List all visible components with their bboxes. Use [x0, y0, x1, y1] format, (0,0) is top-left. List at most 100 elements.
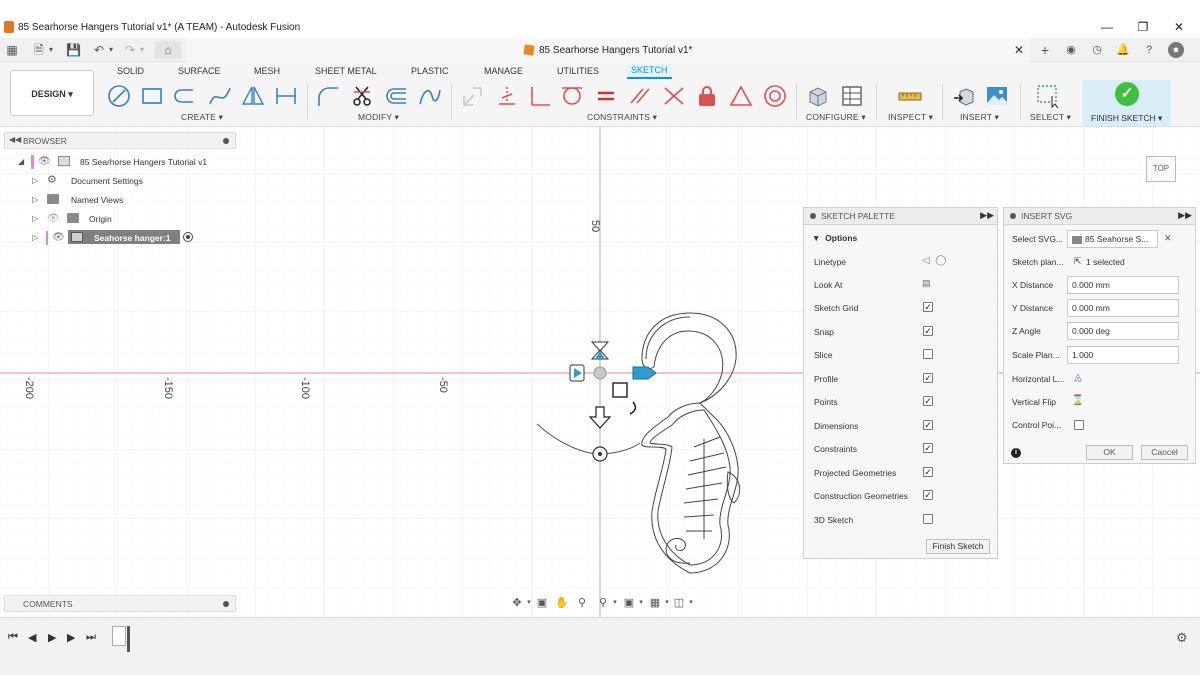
- concentric-constraint-icon[interactable]: [763, 84, 787, 108]
- expand-triangle-icon[interactable]: ▷: [32, 176, 38, 185]
- cancel-button[interactable]: Cancel: [1141, 445, 1188, 460]
- go-to-start-icon[interactable]: ⏮: [8, 631, 18, 644]
- equal-constraint-icon[interactable]: [594, 84, 618, 108]
- inspect-group-label[interactable]: INSPECT ▾: [888, 112, 933, 123]
- tab-mesh[interactable]: MESH: [254, 66, 280, 76]
- browser-item[interactable]: ▷ 👁 Origin: [4, 211, 236, 227]
- insert-image-icon[interactable]: [985, 84, 1009, 108]
- palette-option-checkbox[interactable]: ✓: [923, 396, 933, 406]
- browser-header[interactable]: ◀◀ BROWSER: [4, 132, 236, 149]
- palette-option-checkbox[interactable]: ✓: [923, 466, 933, 477]
- pin-icon[interactable]: [810, 213, 816, 219]
- expand-panel-icon[interactable]: ▶▶: [980, 210, 994, 221]
- options-section-header[interactable]: ▼ Options: [812, 233, 857, 243]
- grid-menu-icon[interactable]: ▦: [5, 43, 19, 57]
- tab-solid[interactable]: SOLID: [117, 66, 144, 76]
- finish-sketch-button[interactable]: ✓ FINISH SKETCH ▾: [1082, 80, 1171, 126]
- browser-item[interactable]: ▷ ⚙ Document Settings: [4, 173, 236, 189]
- collapse-panel-icon[interactable]: ◀◀: [9, 135, 21, 144]
- play-icon[interactable]: ▶: [48, 631, 56, 644]
- comments-panel[interactable]: COMMENTS: [4, 595, 236, 612]
- eye-icon[interactable]: 👁: [52, 232, 65, 243]
- zoom-icon[interactable]: ⚲: [575, 596, 589, 610]
- select-window-icon[interactable]: [1036, 84, 1060, 109]
- save-icon[interactable]: 💾: [66, 43, 81, 57]
- perpendicular-constraint-icon[interactable]: [528, 84, 552, 108]
- insert-derive-icon[interactable]: [952, 84, 976, 108]
- undo-dropdown-icon[interactable]: ▾: [104, 43, 118, 57]
- eye-hidden-icon[interactable]: 👁: [47, 213, 60, 224]
- modify-group-label[interactable]: MODIFY ▾: [358, 112, 399, 123]
- mirror-tool-icon[interactable]: [241, 84, 265, 108]
- palette-option-checkbox[interactable]: ✓: [923, 302, 933, 312]
- tab-plastic[interactable]: PLASTIC: [411, 66, 449, 76]
- collinear-constraint-icon[interactable]: [662, 84, 686, 108]
- look-at-icon[interactable]: ▣: [535, 596, 549, 610]
- constraints-group-label[interactable]: CONSTRAINTS ▾: [587, 112, 657, 123]
- tangent-constraint-icon[interactable]: [560, 84, 584, 108]
- chevron-down-icon[interactable]: ▾: [608, 596, 622, 610]
- spline-tool-icon[interactable]: [208, 84, 232, 108]
- tab-utilities[interactable]: UTILITIES: [557, 66, 599, 76]
- expand-triangle-icon[interactable]: ▷: [32, 214, 38, 223]
- x-distance-input[interactable]: [1067, 276, 1179, 294]
- dimension-tool-icon[interactable]: [274, 84, 298, 108]
- info-icon[interactable]: i: [1011, 448, 1021, 458]
- workspace-switcher-button[interactable]: DESIGN ▾: [10, 70, 94, 116]
- ok-button[interactable]: OK: [1086, 445, 1133, 460]
- tab-sketch[interactable]: SKETCH: [627, 64, 672, 79]
- symmetry-constraint-icon[interactable]: [729, 84, 753, 108]
- extensions-icon[interactable]: ◉: [1063, 42, 1079, 58]
- line-tool-icon[interactable]: [107, 84, 131, 108]
- cursor-arrow-icon[interactable]: ⇱: [1074, 256, 1082, 267]
- palette-option-checkbox[interactable]: ✓: [923, 372, 933, 383]
- view-cube[interactable]: TOP: [1146, 156, 1176, 182]
- maximize-icon[interactable]: ❐: [1136, 20, 1150, 34]
- palette-option-checkbox[interactable]: [923, 513, 933, 524]
- chevron-down-icon[interactable]: ▾: [44, 43, 58, 57]
- configure-group-label[interactable]: CONFIGURE ▾: [806, 112, 866, 123]
- palette-finish-sketch-button[interactable]: Finish Sketch: [926, 539, 990, 554]
- palette-option-checkbox[interactable]: [923, 349, 933, 359]
- chevron-down-icon[interactable]: ▾: [522, 596, 536, 610]
- minimize-icon[interactable]: —: [1100, 20, 1114, 34]
- browser-root-row[interactable]: ◢ 👁 85 Searhorse Hangers Tutorial v1: [4, 154, 236, 170]
- step-back-icon[interactable]: ◀: [28, 631, 36, 644]
- tab-manage[interactable]: MANAGE: [484, 66, 523, 76]
- fix-constraint-icon[interactable]: [461, 84, 485, 108]
- browser-item[interactable]: ▷ Named Views: [4, 192, 236, 208]
- sketch-palette-header[interactable]: SKETCH PALETTE ▶▶: [804, 208, 997, 225]
- horizontal-flip-icon[interactable]: ◬: [1071, 371, 1085, 385]
- timeline-settings-icon[interactable]: ⚙: [1176, 630, 1188, 646]
- look-at-icon[interactable]: ▤: [922, 278, 952, 290]
- palette-option-checkbox[interactable]: ✓: [923, 325, 933, 336]
- parallel-constraint-icon[interactable]: [628, 84, 652, 108]
- tab-sheet-metal[interactable]: SHEET METAL: [315, 66, 377, 76]
- create-group-label[interactable]: CREATE ▾: [181, 112, 223, 123]
- select-svg-chip[interactable]: 85 Seahorse S...: [1067, 230, 1158, 248]
- y-distance-input[interactable]: [1067, 299, 1179, 317]
- document-tab[interactable]: 85 Searhorse Hangers Tutorial v1* ✕: [186, 38, 1030, 62]
- insert-svg-header[interactable]: INSERT SVG ▶▶: [1004, 208, 1195, 225]
- z-angle-input[interactable]: [1067, 322, 1179, 340]
- home-icon[interactable]: ⌂: [155, 41, 181, 59]
- help-icon[interactable]: ?: [1141, 42, 1157, 58]
- lock-icon[interactable]: [695, 84, 719, 108]
- go-to-end-icon[interactable]: ⏭: [86, 631, 96, 644]
- pin-icon[interactable]: [1010, 213, 1016, 219]
- expand-triangle-icon[interactable]: ▷: [32, 233, 38, 242]
- timeline-marker[interactable]: [127, 626, 130, 652]
- new-tab-icon[interactable]: +: [1037, 42, 1053, 58]
- rectangle-tool-icon[interactable]: [140, 84, 164, 108]
- clear-selection-icon[interactable]: ✕: [1164, 233, 1172, 244]
- coincident-constraint-icon[interactable]: [495, 84, 519, 108]
- insert-group-label[interactable]: INSERT ▾: [960, 112, 999, 123]
- offset-tool-icon[interactable]: [384, 84, 408, 108]
- pin-icon[interactable]: [223, 601, 229, 607]
- select-group-label[interactable]: SELECT ▾: [1030, 112, 1071, 123]
- browser-item-selected[interactable]: ▷ 👁 Seahorse hanger:1: [4, 230, 236, 246]
- palette-option-checkbox[interactable]: ✓: [923, 419, 933, 430]
- trim-tool-icon[interactable]: [350, 84, 374, 108]
- close-tab-icon[interactable]: ✕: [1014, 43, 1024, 57]
- parameters-icon[interactable]: [806, 84, 830, 108]
